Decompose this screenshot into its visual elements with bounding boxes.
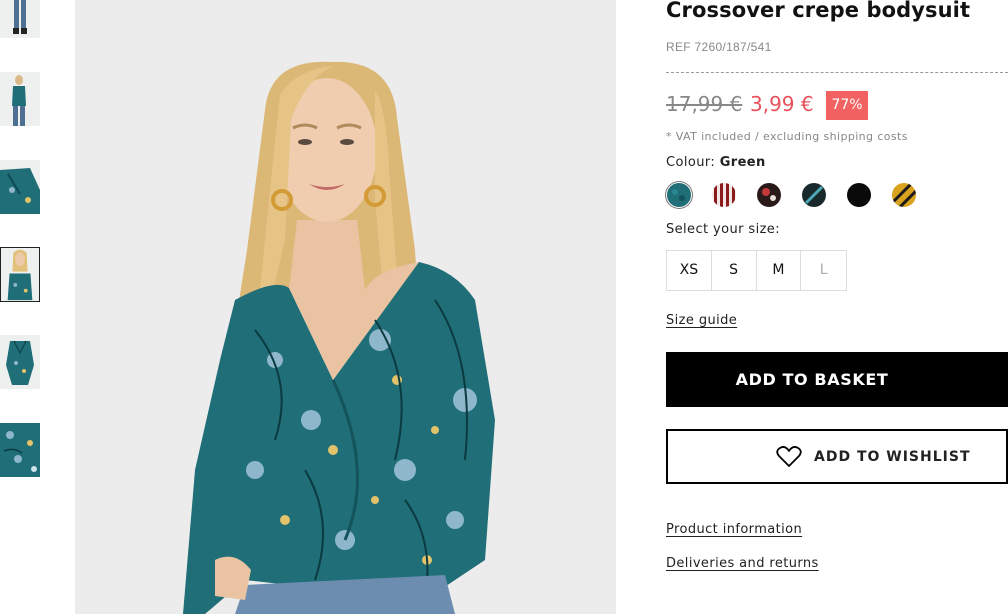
add-to-basket-label: ADD TO BASKET — [735, 370, 889, 389]
product-reference: REF 7260/187/541 — [666, 40, 772, 54]
swatch-mustard-stripe[interactable] — [892, 183, 916, 207]
heart-icon — [776, 445, 802, 468]
swatch-pattern — [757, 183, 781, 207]
swatch-pattern — [667, 183, 691, 207]
add-to-wishlist-button[interactable]: ADD TO WISHLIST — [666, 429, 1008, 484]
product-panel: Crossover crepe bodysuit REF 7260/187/54… — [666, 0, 1008, 614]
colour-label: Colour: — [666, 155, 716, 170]
size-selector: XS S M L — [666, 250, 847, 291]
swatch-red-floral[interactable] — [757, 183, 781, 207]
size-guide-link[interactable]: Size guide — [666, 313, 737, 328]
size-label: Select your size: — [666, 222, 780, 237]
add-to-basket-button[interactable]: ADD TO BASKET — [666, 352, 1008, 407]
thumbnail-1[interactable] — [0, 0, 40, 38]
swatch-teal-black[interactable] — [802, 183, 826, 207]
thumbnail-5[interactable] — [0, 335, 40, 389]
swatch-pattern — [847, 183, 871, 207]
colour-selection: Colour: Green — [666, 155, 766, 170]
thumbnail-image — [0, 335, 40, 389]
main-product-image[interactable] — [75, 0, 616, 614]
thumbnail-2[interactable] — [0, 72, 40, 126]
swatch-red-stripe[interactable] — [712, 183, 736, 207]
thumbnail-image — [0, 72, 40, 126]
divider — [666, 72, 1008, 73]
swatch-pattern — [712, 183, 736, 207]
thumbnail-image — [0, 0, 40, 38]
thumbnail-6[interactable] — [0, 423, 40, 477]
size-m[interactable]: M — [757, 251, 802, 290]
thumbnail-image — [1, 248, 39, 301]
original-price: 17,99 € — [666, 92, 743, 116]
size-l[interactable]: L — [801, 251, 846, 290]
swatch-black[interactable] — [847, 183, 871, 207]
add-to-wishlist-label: ADD TO WISHLIST — [814, 448, 971, 465]
thumbnail-rail — [0, 0, 42, 614]
swatch-pattern — [892, 183, 916, 207]
thumbnail-4-selected[interactable] — [0, 247, 40, 302]
thumbnail-3[interactable] — [0, 160, 40, 214]
deliveries-returns-link[interactable]: Deliveries and returns — [666, 556, 819, 571]
colour-value: Green — [719, 155, 766, 170]
swatch-green-floral[interactable] — [667, 183, 691, 207]
discount-badge: 77% — [826, 91, 868, 120]
product-title: Crossover crepe bodysuit — [666, 0, 971, 22]
product-information-link[interactable]: Product information — [666, 522, 802, 537]
swatch-pattern — [802, 183, 826, 207]
colour-swatches — [666, 183, 936, 209]
size-s[interactable]: S — [712, 251, 757, 290]
vat-note: * VAT included / excluding shipping cost… — [666, 130, 908, 143]
thumbnail-image — [0, 160, 40, 214]
sale-price: 3,99 € — [750, 92, 814, 116]
product-photo — [75, 0, 616, 614]
thumbnail-image — [0, 423, 40, 477]
size-xs[interactable]: XS — [667, 251, 712, 290]
